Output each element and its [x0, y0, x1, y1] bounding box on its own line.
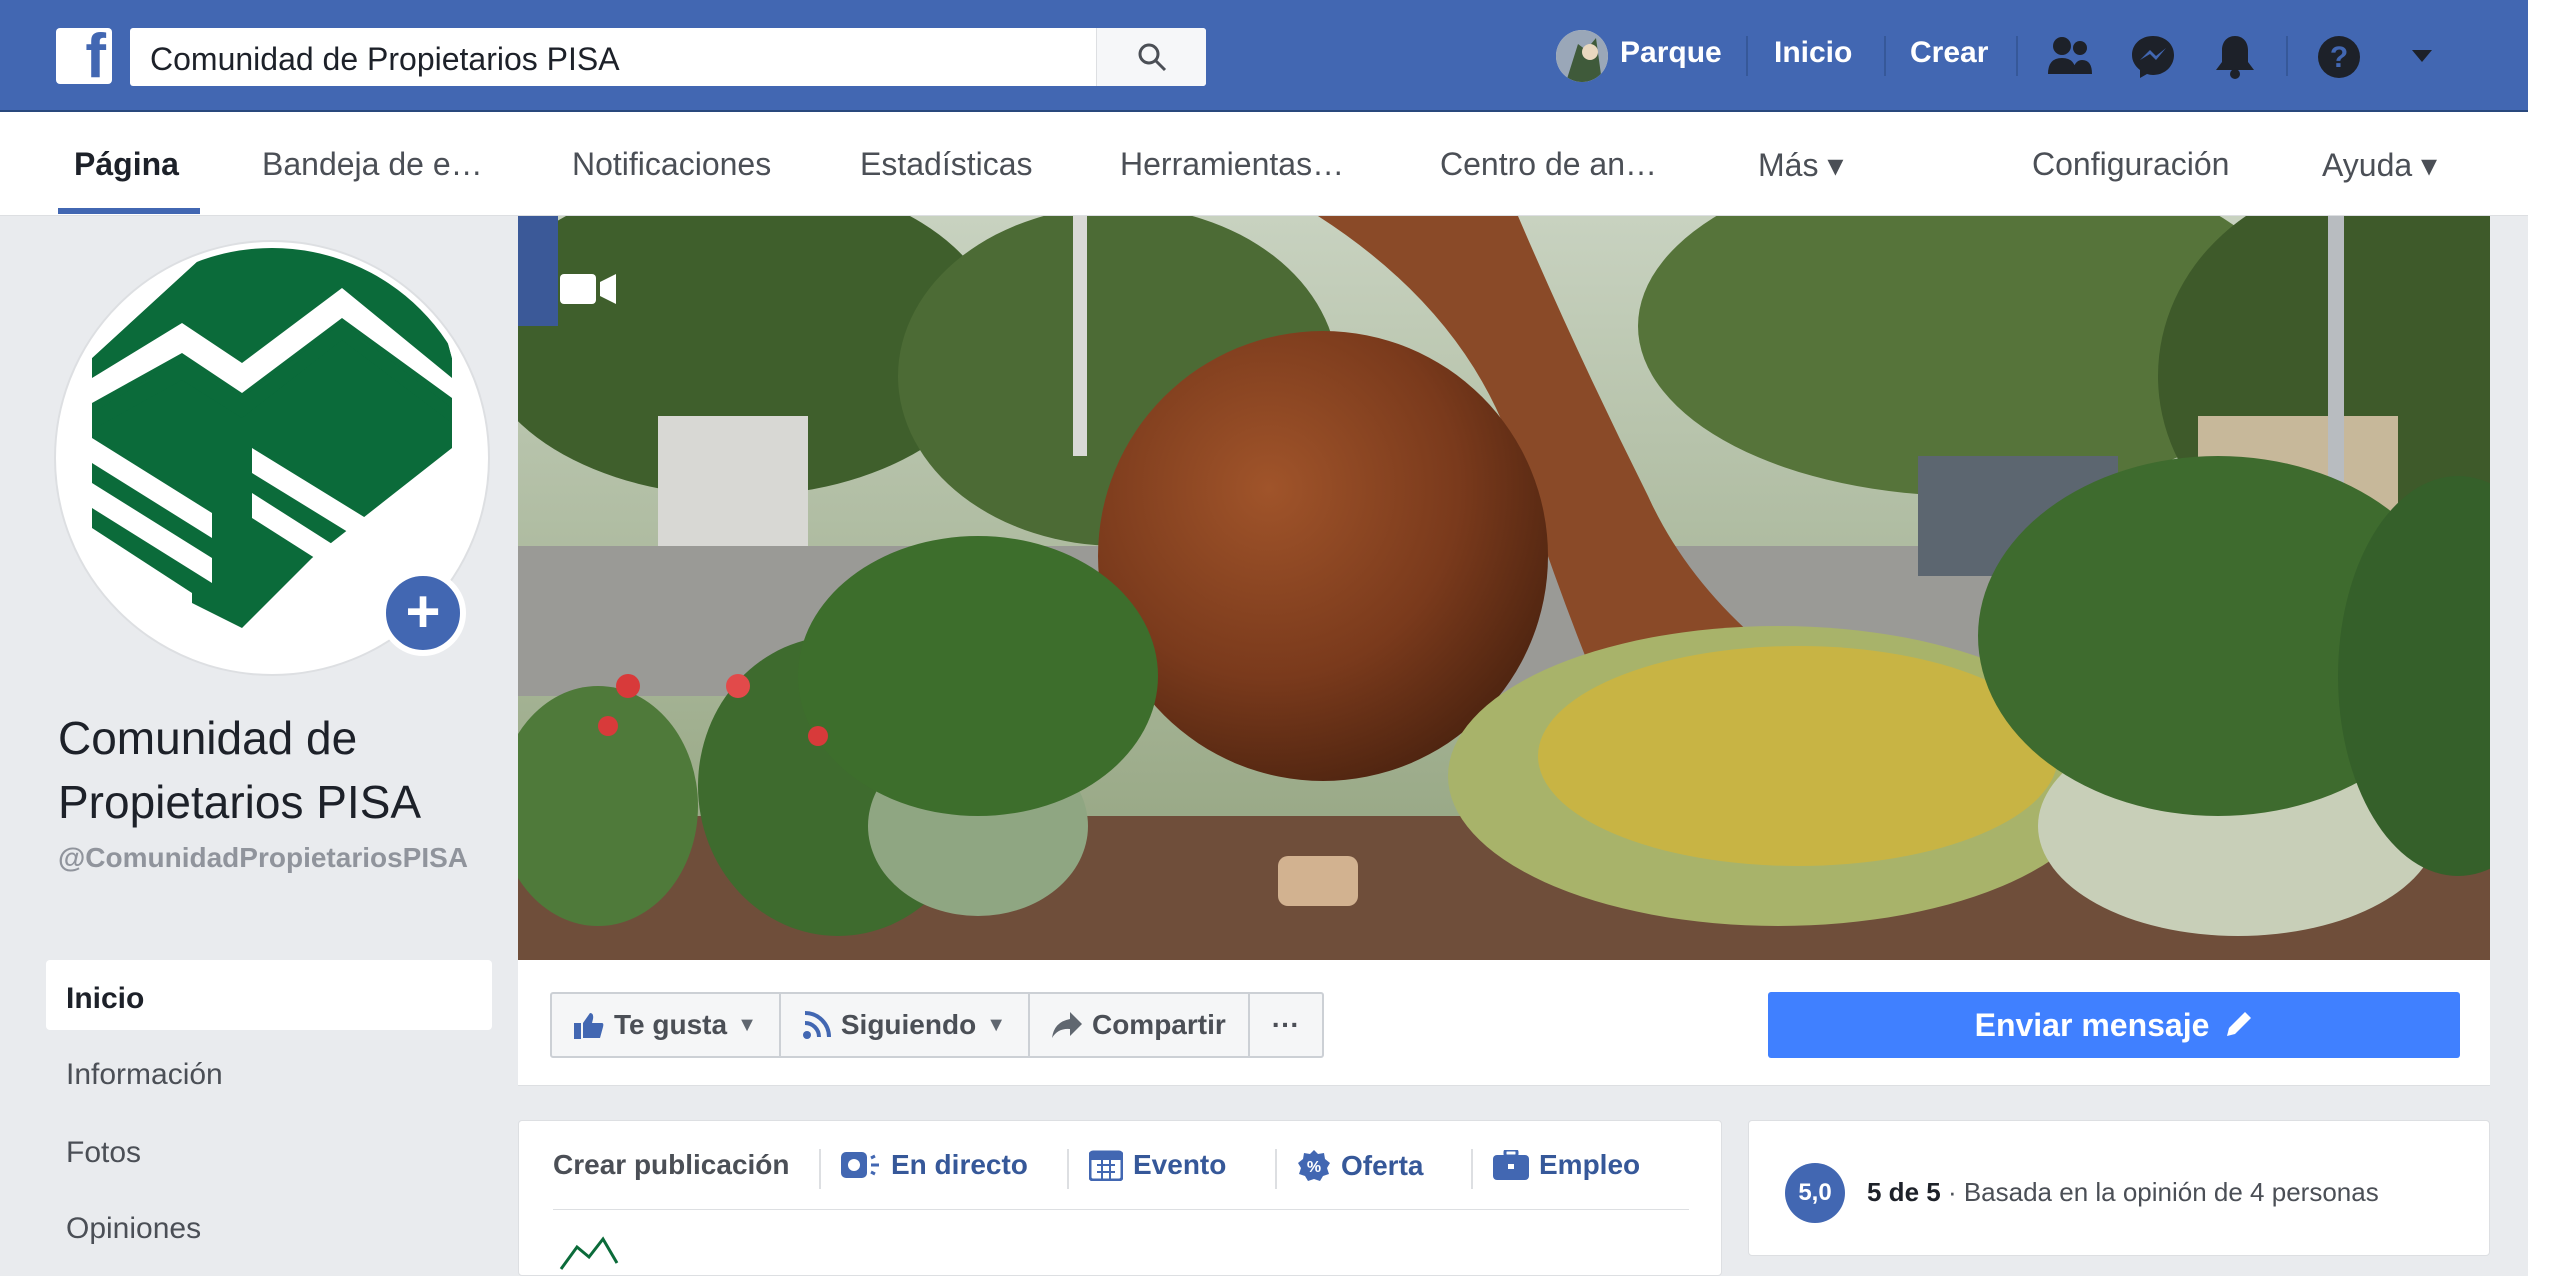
- event-tab[interactable]: Evento: [1089, 1149, 1226, 1181]
- tab-settings[interactable]: Configuración: [2032, 146, 2229, 183]
- page-title: Comunidad de Propietarios PISA: [58, 712, 422, 828]
- friend-requests-icon[interactable]: [2046, 34, 2094, 78]
- pencil-icon: [2227, 1012, 2252, 1036]
- profile-name-link[interactable]: Parque: [1620, 36, 1722, 70]
- sidebar-item-photos[interactable]: Fotos: [66, 1136, 141, 1170]
- top-separator: [2016, 36, 2018, 76]
- event-label: Evento: [1133, 1149, 1227, 1180]
- page-username[interactable]: @ComunidadPropietariosPISA: [58, 840, 498, 876]
- top-separator: [2286, 36, 2288, 76]
- offer-tab[interactable]: % Oferta: [1297, 1149, 1423, 1183]
- tab-more[interactable]: Más ▾: [1758, 146, 1843, 184]
- share-button-label: Compartir: [1091, 1009, 1226, 1040]
- rating-summary-text[interactable]: 5 de 5 · Basada en la opinión de 4 perso…: [1867, 1177, 2379, 1208]
- rating-summary: 5 de 5: [1867, 1177, 1941, 1207]
- like-button[interactable]: Te gusta ▼: [552, 994, 781, 1056]
- search-icon: [1138, 43, 1167, 72]
- page-tabs-bar: Página Bandeja de e… Notificaciones Esta…: [0, 112, 2528, 216]
- cover-video-icon[interactable]: [560, 274, 616, 304]
- search-input[interactable]: Comunidad de Propietarios PISA: [130, 28, 1206, 86]
- top-separator: [1746, 36, 1748, 76]
- page-action-buttons: Te gusta ▼ Siguiendo ▼ Compartir ···: [550, 992, 1324, 1058]
- tab-help[interactable]: Ayuda ▾: [2322, 146, 2437, 184]
- messenger-icon[interactable]: [2130, 34, 2176, 80]
- following-caret-icon: ▼: [986, 1013, 1006, 1036]
- facebook-logo-icon[interactable]: f: [56, 26, 112, 88]
- rss-follow-icon: [802, 1011, 831, 1039]
- search-button[interactable]: [1096, 28, 1206, 86]
- following-button[interactable]: Siguiendo ▼: [781, 994, 1030, 1056]
- page-action-bar: Te gusta ▼ Siguiendo ▼ Compartir ··· Env…: [518, 960, 2490, 1086]
- create-post-label: Crear publicación: [553, 1149, 790, 1180]
- share-button[interactable]: Compartir: [1030, 994, 1250, 1056]
- app-frame: f Comunidad de Propietarios PISA Parque …: [0, 0, 2528, 1276]
- plus-icon: +: [405, 578, 441, 645]
- svg-text:%: %: [1307, 1159, 1321, 1176]
- following-button-label: Siguiendo: [840, 1009, 977, 1040]
- like-caret-icon: ▼: [737, 1013, 757, 1036]
- offer-label: Oferta: [1341, 1150, 1424, 1181]
- tab-insights[interactable]: Estadísticas: [860, 146, 1033, 183]
- more-options-button[interactable]: ···: [1250, 994, 1322, 1056]
- search-input-value: Comunidad de Propietarios PISA: [150, 41, 620, 77]
- sidebar-item-about[interactable]: Información: [66, 1058, 223, 1092]
- active-tab-indicator: [58, 208, 200, 214]
- tab-inbox[interactable]: Bandeja de e…: [262, 146, 483, 183]
- tab-publishing-tools[interactable]: Herramientas…: [1120, 146, 1344, 183]
- page-avatar-icon: [559, 1236, 619, 1270]
- share-arrow-icon: [1051, 1012, 1082, 1038]
- like-button-label: Te gusta: [614, 1009, 728, 1040]
- help-question-icon[interactable]: ?: [2316, 34, 2362, 80]
- top-separator: [1884, 36, 1886, 76]
- tab-page[interactable]: Página: [74, 146, 179, 183]
- job-tab[interactable]: Empleo: [1493, 1149, 1640, 1181]
- create-post-divider: [553, 1209, 1689, 1210]
- go-live-tab[interactable]: En directo: [841, 1149, 1028, 1181]
- svg-text:?: ?: [2330, 41, 2348, 74]
- tab-separator: [1067, 1149, 1069, 1189]
- more-options-icon: ···: [1271, 1009, 1300, 1040]
- create-post-card: Crear publicación En directo Evento % Of…: [518, 1120, 1722, 1276]
- create-post-tabs: Crear publicación En directo Evento % Of…: [519, 1121, 1723, 1209]
- create-post-tab[interactable]: Crear publicación: [553, 1149, 790, 1181]
- rating-summary-card: 5,0 5 de 5 · Basada en la opinión de 4 p…: [1748, 1120, 2490, 1256]
- offer-percent-icon: %: [1298, 1150, 1330, 1181]
- cover-photo[interactable]: [518, 216, 2490, 960]
- notifications-bell-icon[interactable]: [2214, 34, 2256, 80]
- send-message-label: Enviar mensaje: [1974, 1006, 2210, 1043]
- briefcase-icon: [1493, 1150, 1529, 1180]
- account-menu-caret-icon[interactable]: [2410, 48, 2434, 64]
- tab-notifications[interactable]: Notificaciones: [572, 146, 771, 183]
- rating-detail: · Basada en la opinión de 4 personas: [1940, 1177, 2379, 1207]
- rating-score-badge: 5,0: [1785, 1163, 1845, 1223]
- home-link[interactable]: Inicio: [1774, 36, 1852, 70]
- profile-avatar[interactable]: [1556, 30, 1608, 82]
- thumbs-up-icon: [574, 1013, 604, 1039]
- go-live-label: En directo: [891, 1149, 1028, 1180]
- tab-separator: [1471, 1149, 1473, 1189]
- send-message-button[interactable]: Enviar mensaje: [1768, 992, 2460, 1058]
- add-profile-photo-button[interactable]: +: [380, 570, 466, 656]
- tab-separator: [1275, 1149, 1277, 1189]
- tab-ad-center[interactable]: Centro de an…: [1440, 146, 1657, 183]
- job-label: Empleo: [1539, 1149, 1641, 1180]
- tab-separator: [819, 1149, 821, 1189]
- sidebar-item-home[interactable]: Inicio: [66, 982, 144, 1016]
- calendar-icon: [1089, 1150, 1123, 1181]
- top-navigation-bar: f Comunidad de Propietarios PISA Parque …: [0, 0, 2528, 112]
- create-link[interactable]: Crear: [1910, 36, 1988, 70]
- live-video-icon: [841, 1152, 879, 1178]
- sidebar-item-reviews[interactable]: Opiniones: [66, 1212, 201, 1246]
